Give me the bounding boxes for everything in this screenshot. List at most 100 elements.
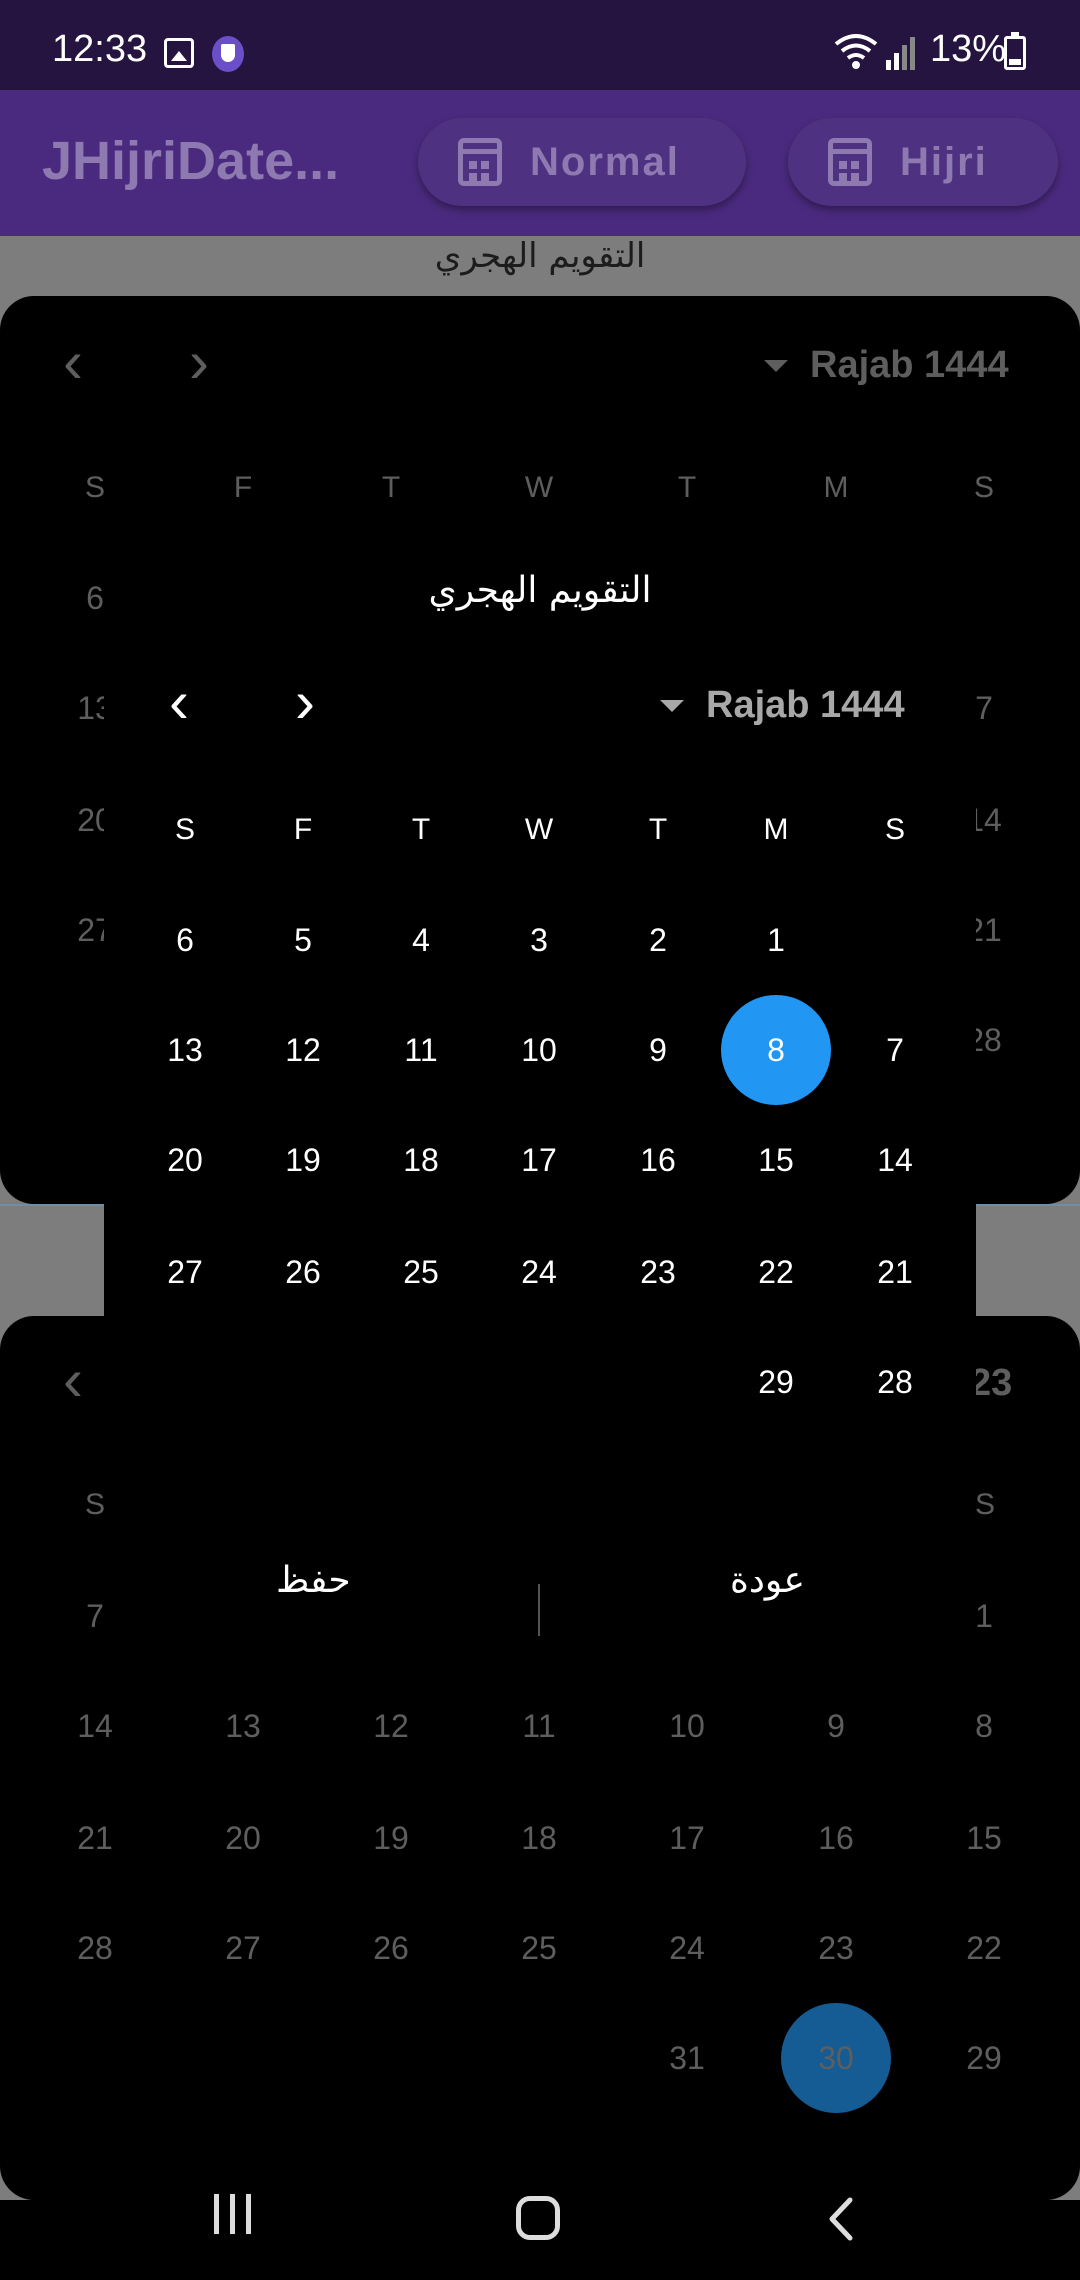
weekday-header: F bbox=[293, 813, 313, 846]
bg-bottom-prev-month-icon: ‹ bbox=[63, 1346, 83, 1413]
app-title: JHijriDate... bbox=[42, 131, 340, 191]
normal-date-button[interactable]: Normal bbox=[418, 118, 746, 206]
day-cell[interactable]: 2 bbox=[603, 885, 713, 995]
day-cell: 9 bbox=[827, 1708, 845, 1744]
bg-next-month-icon: › bbox=[189, 328, 209, 395]
day-cell[interactable]: 15 bbox=[721, 1105, 831, 1215]
day-cell[interactable]: 4 bbox=[366, 885, 476, 995]
day-cell: 30 bbox=[781, 2003, 891, 2113]
day-cell[interactable]: 3 bbox=[484, 885, 594, 995]
day-cell: 28 bbox=[77, 1930, 113, 1966]
day-cell: 15 bbox=[966, 1820, 1002, 1856]
bg-prev-month-icon: ‹ bbox=[63, 328, 83, 395]
bg-month-label: Rajab 1444 bbox=[810, 344, 1009, 386]
day-cell: 26 bbox=[373, 1930, 409, 1966]
day-cell: 19 bbox=[373, 1820, 409, 1856]
status-time: 12:33 bbox=[52, 28, 148, 70]
normal-button-label: Normal bbox=[530, 139, 680, 184]
day-cell[interactable]: 22 bbox=[721, 1217, 831, 1327]
weekday-header: S bbox=[174, 813, 195, 846]
weekday-header: T bbox=[677, 471, 697, 504]
weekday-header: S bbox=[973, 471, 994, 504]
weekday-header: F bbox=[233, 471, 253, 504]
day-cell[interactable]: 18 bbox=[366, 1105, 476, 1215]
day-cell: 27 bbox=[225, 1930, 261, 1966]
wifi-icon bbox=[834, 34, 878, 69]
day-cell: 20 bbox=[225, 1820, 261, 1856]
day-cell[interactable]: 21 bbox=[840, 1217, 950, 1327]
day-cell: 14 bbox=[77, 1708, 113, 1744]
day-cell[interactable]: 19 bbox=[248, 1105, 358, 1215]
day-cell: 22 bbox=[966, 1930, 1002, 1966]
bg-month-selector: Rajab 1444 bbox=[764, 344, 1009, 387]
day-cell: 29 bbox=[966, 2040, 1002, 2076]
dropdown-triangle-icon bbox=[764, 359, 788, 372]
day-cell[interactable]: 23 bbox=[603, 1217, 713, 1327]
recent-apps-button[interactable] bbox=[210, 2194, 256, 2234]
back-button[interactable]: عودة bbox=[730, 1560, 805, 1601]
day-cell[interactable]: 8 bbox=[721, 995, 831, 1105]
weekday-header: M bbox=[763, 813, 789, 846]
next-month-button[interactable]: › bbox=[280, 672, 330, 732]
shield-notification-icon bbox=[212, 36, 244, 72]
day-cell[interactable]: 5 bbox=[248, 885, 358, 995]
day-cell[interactable]: 1 bbox=[721, 885, 831, 995]
bg-bottom-header-right: 23 bbox=[970, 1362, 1013, 1404]
day-cell: 18 bbox=[521, 1820, 557, 1856]
weekday-header: T bbox=[381, 471, 401, 504]
day-cell[interactable]: 27 bbox=[130, 1217, 240, 1327]
save-button[interactable]: حفظ bbox=[276, 1560, 351, 1601]
battery-icon bbox=[1004, 32, 1026, 70]
day-cell: 1 bbox=[975, 1598, 993, 1634]
day-cell: 16 bbox=[818, 1820, 854, 1856]
day-cell: 24 bbox=[669, 1930, 705, 1966]
day-cell[interactable]: 7 bbox=[840, 995, 950, 1105]
day-cell[interactable]: 26 bbox=[248, 1217, 358, 1327]
day-cell[interactable]: 17 bbox=[484, 1105, 594, 1215]
day-cell[interactable]: 24 bbox=[484, 1217, 594, 1327]
dropdown-triangle-icon bbox=[660, 699, 684, 712]
day-cell[interactable]: 28 bbox=[840, 1327, 950, 1437]
day-cell: 25 bbox=[521, 1930, 557, 1966]
day-cell[interactable]: 6 bbox=[130, 885, 240, 995]
day-cell: 21 bbox=[77, 1820, 113, 1856]
prev-month-button[interactable]: ‹ bbox=[154, 672, 204, 732]
weekday-header: T bbox=[648, 813, 668, 846]
day-cell: 10 bbox=[669, 1708, 705, 1744]
weekday-header: W bbox=[524, 813, 554, 846]
day-cell[interactable]: 9 bbox=[603, 995, 713, 1105]
hijri-button-label: Hijri bbox=[900, 139, 988, 184]
calendar-icon bbox=[458, 138, 502, 186]
day-cell[interactable]: 25 bbox=[366, 1217, 476, 1327]
day-cell[interactable]: 16 bbox=[603, 1105, 713, 1215]
day-cell: 13 bbox=[225, 1708, 261, 1744]
weekday-header: W bbox=[524, 471, 554, 504]
signal-icon bbox=[886, 37, 915, 70]
action-divider bbox=[538, 1584, 540, 1636]
month-year-selector[interactable]: Rajab 1444 bbox=[660, 684, 905, 727]
day-cell[interactable]: 13 bbox=[130, 995, 240, 1105]
day-cell[interactable]: 14 bbox=[840, 1105, 950, 1215]
day-cell[interactable]: 20 bbox=[130, 1105, 240, 1215]
home-button[interactable] bbox=[516, 2196, 560, 2240]
gallery-notification-icon bbox=[164, 38, 194, 68]
hijri-date-button[interactable]: Hijri bbox=[788, 118, 1058, 206]
day-cell[interactable]: 11 bbox=[366, 995, 476, 1105]
day-cell: 23 bbox=[818, 1930, 854, 1966]
month-year-label: Rajab 1444 bbox=[706, 684, 905, 726]
day-cell[interactable]: 29 bbox=[721, 1327, 831, 1437]
weekday-header: S bbox=[884, 813, 905, 846]
page-heading: التقويم الهجري bbox=[434, 236, 646, 276]
back-nav-button[interactable] bbox=[826, 2196, 856, 2242]
day-cell: 7 bbox=[86, 1598, 104, 1634]
day-cell: 31 bbox=[669, 2040, 705, 2076]
weekday-header: S bbox=[84, 471, 105, 504]
status-bar: 12:33 13% bbox=[0, 0, 1080, 90]
day-cell[interactable]: 12 bbox=[248, 995, 358, 1105]
weekday-header: T bbox=[411, 813, 431, 846]
app-bar: JHijriDate... Normal Hijri bbox=[0, 90, 1080, 236]
day-cell[interactable]: 10 bbox=[484, 995, 594, 1105]
day-cell: 12 bbox=[373, 1708, 409, 1744]
day-cell: 17 bbox=[669, 1820, 705, 1856]
calendar-icon bbox=[828, 138, 872, 186]
